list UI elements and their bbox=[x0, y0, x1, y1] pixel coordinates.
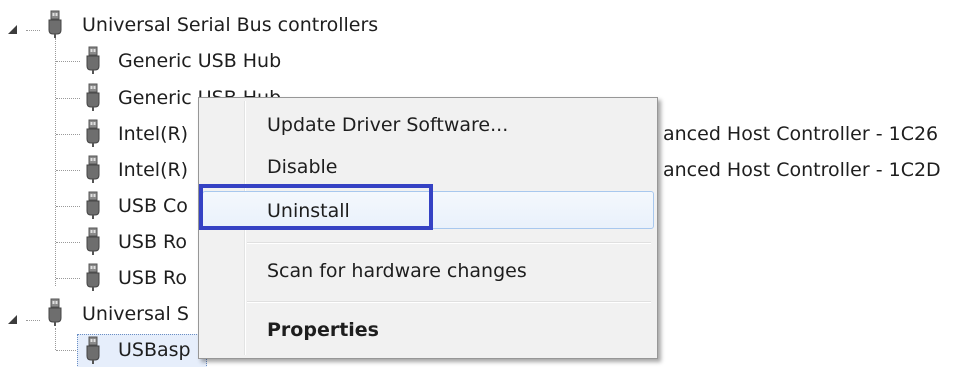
menu-separator bbox=[247, 301, 651, 303]
tree-item-label: USBasp bbox=[118, 339, 191, 361]
tree-item-label: Intel(R) bbox=[118, 159, 189, 181]
usb-plug-icon bbox=[48, 298, 62, 326]
tree-connector bbox=[56, 206, 80, 207]
usb-plug-icon bbox=[86, 46, 100, 74]
menu-item-properties[interactable]: Properties bbox=[202, 311, 654, 349]
menu-item-update-driver[interactable]: Update Driver Software... bbox=[202, 106, 654, 144]
usb-plug-icon bbox=[86, 227, 100, 255]
tree-connector bbox=[26, 320, 40, 321]
usb-plug-icon bbox=[86, 336, 100, 364]
usb-plug-icon bbox=[48, 10, 62, 38]
tree-connector bbox=[56, 61, 80, 62]
tree-item-label: USB Ro bbox=[118, 267, 188, 289]
tree-connector bbox=[56, 350, 76, 351]
menu-separator bbox=[247, 242, 651, 244]
device-manager-view: Universal Serial Bus controllers Generic… bbox=[0, 0, 973, 367]
tree-item-label: Generic USB Hub bbox=[118, 50, 282, 72]
tree-connector bbox=[56, 278, 80, 279]
expander-usb-devices-icon[interactable] bbox=[8, 315, 17, 324]
tree-connector bbox=[26, 30, 40, 31]
usb-plug-icon bbox=[86, 191, 100, 219]
tree-connector bbox=[55, 328, 56, 350]
tree-item-label: Universal Serial Bus controllers bbox=[82, 14, 379, 36]
tree-connector bbox=[56, 242, 80, 243]
annotation-highlight-box bbox=[199, 184, 433, 230]
tree-item-label: Universal S bbox=[82, 303, 189, 325]
usb-plug-icon bbox=[86, 263, 100, 291]
usb-plug-icon bbox=[86, 119, 100, 147]
tree-item-label: USB Co bbox=[118, 195, 188, 217]
menu-item-label: Properties bbox=[267, 319, 379, 341]
tree-item-label-tail-text: anced Host Controller - 1C2D bbox=[663, 159, 941, 181]
menu-item-label: Disable bbox=[267, 156, 338, 178]
tree-connector bbox=[55, 38, 56, 286]
tree-connector bbox=[56, 170, 80, 171]
menu-item-scan-hardware[interactable]: Scan for hardware changes bbox=[202, 252, 654, 290]
tree-item-label: Intel(R) bbox=[118, 123, 189, 145]
tree-item-label: USB Ro bbox=[118, 231, 188, 253]
tree-connector bbox=[56, 134, 80, 135]
tree-item-label-tail-text: anced Host Controller - 1C26 bbox=[663, 123, 939, 145]
menu-item-label: Scan for hardware changes bbox=[267, 260, 527, 282]
tree-connector bbox=[56, 98, 80, 99]
expander-usb-controllers-icon[interactable] bbox=[8, 25, 17, 34]
usb-plug-icon bbox=[86, 83, 100, 111]
menu-item-label: Update Driver Software... bbox=[267, 114, 509, 136]
menu-item-disable[interactable]: Disable bbox=[202, 148, 654, 186]
usb-plug-icon bbox=[86, 155, 100, 183]
